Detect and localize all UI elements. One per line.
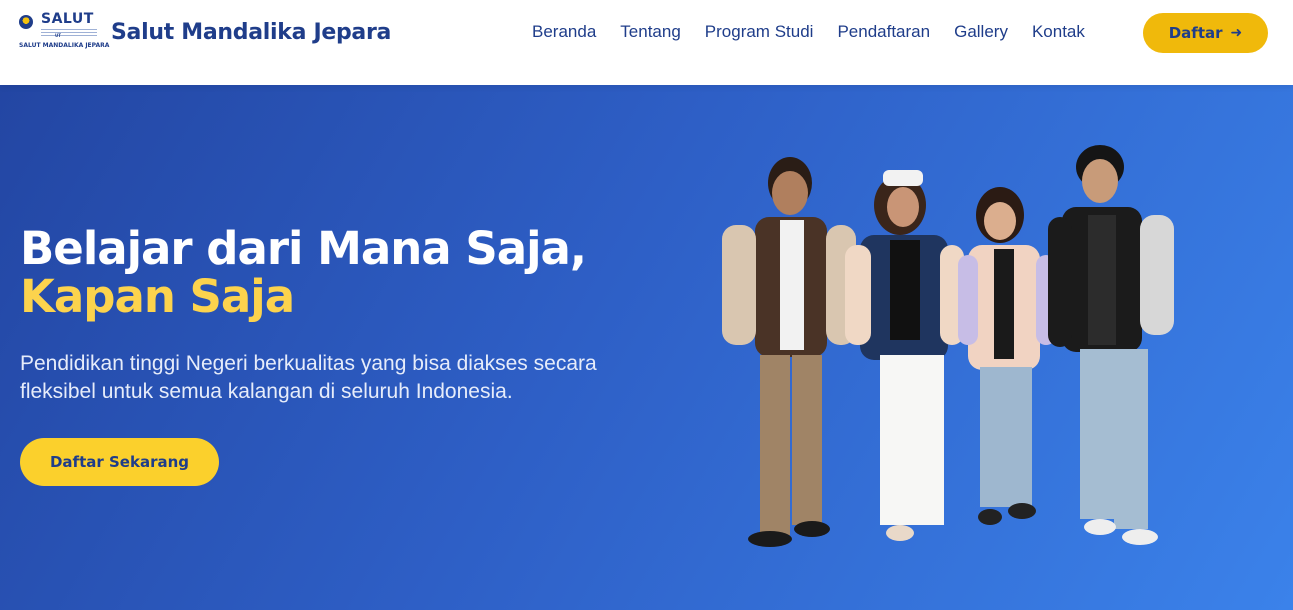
logo-word: SALUT	[41, 11, 94, 27]
arrow-right-icon: ➜	[1230, 25, 1243, 41]
navbar: SALUT UT SALUT MANDALIKA JEPARA Salut Ma…	[0, 0, 1293, 85]
nav-link-beranda[interactable]: Beranda	[532, 22, 596, 42]
salut-logo: SALUT UT SALUT MANDALIKA JEPARA	[19, 11, 109, 51]
student-3-figure	[958, 187, 1056, 525]
nav-link-kontak[interactable]: Kontak	[1032, 22, 1085, 42]
hero-headline: Belajar dari Mana Saja, Kapan Saja	[20, 222, 587, 323]
main-nav: Beranda Tentang Program Studi Pendaftara…	[520, 22, 1097, 42]
nav-link-pendaftaran[interactable]: Pendaftaran	[837, 22, 930, 42]
student-1-figure	[722, 157, 856, 547]
daftar-button-label: Daftar	[1168, 24, 1223, 42]
nav-link-gallery[interactable]: Gallery	[954, 22, 1008, 42]
brand[interactable]: SALUT UT SALUT MANDALIKA JEPARA Salut Ma…	[19, 11, 391, 51]
student-4-figure	[1048, 145, 1174, 545]
site-title[interactable]: Salut Mandalika Jepara	[111, 20, 391, 45]
student-2-figure	[845, 170, 964, 541]
students-illustration	[722, 145, 1174, 547]
logo-decorative-lines	[41, 29, 97, 37]
students-image	[700, 145, 1220, 575]
ut-emblem-icon	[19, 15, 33, 29]
hero-section: Belajar dari Mana Saja, Kapan Saja Pendi…	[0, 85, 1293, 610]
nav-link-program-studi[interactable]: Program Studi	[705, 22, 814, 42]
logo-ut-mark: UT	[55, 33, 61, 38]
daftar-button[interactable]: Daftar ➜	[1143, 13, 1268, 53]
hero-headline-line2: Kapan Saja	[20, 270, 295, 323]
hero-headline-line1: Belajar dari Mana Saja,	[20, 222, 587, 275]
hero-subtext: Pendidikan tinggi Negeri berkualitas yan…	[20, 352, 597, 403]
logo-caption: SALUT MANDALIKA JEPARA	[19, 42, 110, 49]
nav-link-tentang[interactable]: Tentang	[620, 22, 681, 42]
daftar-sekarang-button[interactable]: Daftar Sekarang	[20, 438, 219, 486]
